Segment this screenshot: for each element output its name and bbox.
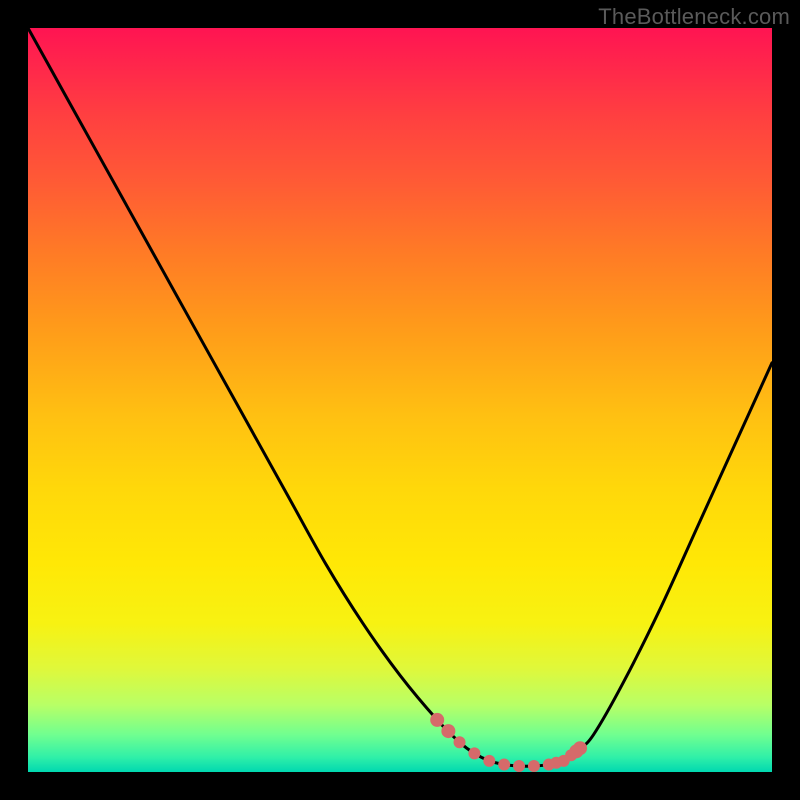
- marker-dot: [498, 759, 510, 771]
- marker-dot: [483, 755, 495, 767]
- curve-markers: [430, 713, 587, 772]
- marker-dot: [454, 736, 466, 748]
- curve-svg: [28, 28, 772, 772]
- chart-frame: TheBottleneck.com: [0, 0, 800, 800]
- watermark-text: TheBottleneck.com: [598, 4, 790, 30]
- marker-dot: [441, 724, 455, 738]
- marker-dot: [513, 760, 525, 772]
- bottleneck-curve: [28, 28, 772, 766]
- marker-dot: [573, 741, 587, 755]
- plot-area: [28, 28, 772, 772]
- marker-dot: [528, 760, 540, 772]
- marker-dot: [430, 713, 444, 727]
- marker-dot: [468, 747, 480, 759]
